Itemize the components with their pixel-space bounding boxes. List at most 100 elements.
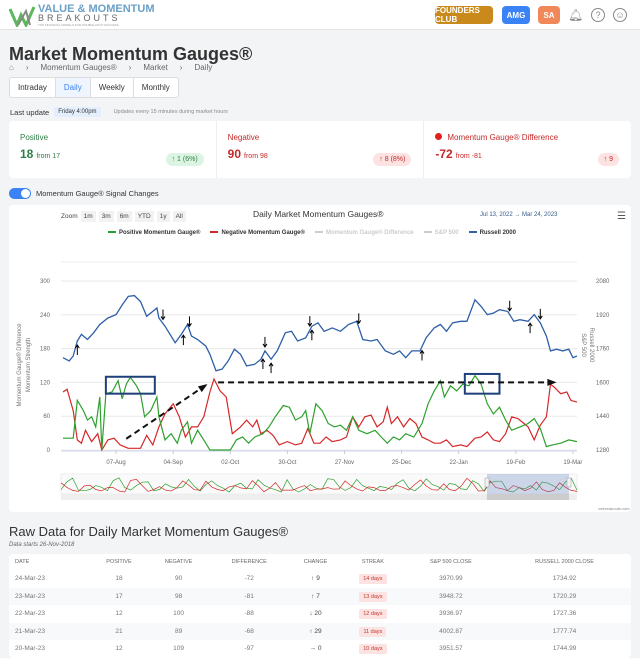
table-cell: -97: [210, 640, 289, 658]
y-tick-right: 2080: [596, 279, 610, 285]
table-cell: 1777.74: [498, 623, 631, 641]
y-tick-left: 0: [47, 448, 51, 454]
table-row: 23-Mar-23 17 98 -81 ↑ 7 13 days3948.72 1720.29: [9, 588, 631, 606]
y-tick-left: 120: [40, 380, 51, 386]
signal-up-arrow-icon: [420, 351, 424, 361]
y-tick-left: 240: [40, 313, 51, 319]
table-cell: 3948.72: [404, 588, 498, 606]
cell-value: 23-Mar-23: [15, 593, 45, 600]
table-cell: 21-Mar-23: [9, 623, 90, 641]
table-cell: 100: [148, 605, 210, 623]
cell-value: -68: [245, 628, 254, 635]
table-cell: 3951.57: [404, 640, 498, 658]
cell-value: 90: [175, 575, 182, 582]
table-row: 22-Mar-2312100-88↓ 2012 days3936.971727.…: [9, 605, 631, 623]
x-tick-label: 22-Jan: [450, 460, 468, 466]
x-tick-label: 19-Feb: [506, 460, 526, 466]
cell-value: 18: [115, 575, 122, 582]
column-header[interactable]: S&P 500 CLOSE: [404, 554, 498, 570]
x-tick-label: 19-Mar: [563, 460, 582, 466]
chart-credit: vmbreakouts.com: [598, 506, 630, 511]
table-cell: 4002.87: [404, 623, 498, 641]
navigator-handle-right[interactable]: [567, 478, 571, 487]
cell-value: -81: [245, 593, 254, 600]
table-cell: -81: [210, 588, 289, 606]
y-axis-label-left: Momentum Gauge® Difference: [16, 323, 23, 407]
arrowhead-icon: [198, 384, 208, 392]
cell-value: 98: [175, 593, 182, 600]
table-cell: 12 days: [342, 605, 404, 623]
table-cell: 23-Mar-23: [9, 588, 90, 606]
signal-down-arrow-icon: [263, 337, 267, 347]
table-cell: 3936.97: [404, 605, 498, 623]
table-row: 20-Mar-2312109-97→ 010 days3951.571744.9…: [9, 640, 631, 658]
table-cell: → 0: [289, 640, 342, 658]
table-cell: 13 days: [342, 588, 404, 606]
signal-up-arrow-icon: [269, 363, 273, 373]
cell-value: 100: [173, 610, 184, 617]
table-header: DATEPOSITIVENEGATIVEDIFFERENCECHANGESTRE…: [9, 554, 631, 570]
y-tick-right: 1440: [596, 414, 610, 420]
navigator-selection: [487, 474, 569, 494]
y-tick-left: 180: [40, 347, 51, 353]
cell-value: ↑ 7: [311, 593, 320, 600]
cell-value: 1777.74: [553, 628, 577, 635]
cell-value: 1727.36: [553, 610, 577, 617]
column-header[interactable]: STREAK: [342, 554, 404, 570]
table-cell: ↑ 9: [289, 570, 342, 588]
y-tick-right: 1760: [596, 347, 610, 353]
table-subtitle: Data starts 26-Nov-2018: [9, 542, 74, 548]
table-cell: 14 days: [342, 570, 404, 588]
table-cell: 11 days: [342, 623, 404, 641]
cell-value: 22-Mar-23: [15, 610, 45, 617]
momentum-chart: 012806014401201600180176024019203002080M…: [0, 0, 640, 647]
russell-2000-line: [63, 296, 577, 371]
column-header[interactable]: DIFFERENCE: [210, 554, 289, 570]
table-title: Raw Data for Daily Market Momentum Gauge…: [9, 524, 288, 539]
signal-up-arrow-icon: [181, 335, 185, 345]
cell-value: 1720.29: [553, 593, 577, 600]
cell-value: 3936.97: [439, 610, 463, 617]
y-tick-right: 1920: [596, 313, 610, 319]
table-row: 24-Mar-23 18 90 -72 ↑ 9 14 days 3970.99 1734.92: [9, 570, 631, 588]
cell-value: 24-Mar-23: [15, 575, 45, 582]
table-cell: 10 days: [342, 640, 404, 658]
column-header[interactable]: NEGATIVE: [148, 554, 210, 570]
table-cell: -68: [210, 623, 289, 641]
signal-up-arrow-icon: [310, 330, 314, 340]
cell-value: 21: [115, 628, 122, 635]
cell-value: 4002.87: [439, 628, 463, 635]
cell-value: 21-Mar-23: [15, 628, 45, 635]
cell-value: 1734.92: [553, 575, 577, 582]
streak-badge: 14 days: [359, 574, 386, 584]
cell-value: 109: [173, 645, 184, 652]
x-tick-label: 30-Oct: [278, 460, 296, 466]
y-axis-label-right: S&P 500: [580, 333, 586, 357]
table-cell: 1734.92: [498, 570, 631, 588]
cell-value: -72: [245, 575, 254, 582]
column-header[interactable]: CHANGE: [289, 554, 342, 570]
table-cell: 89: [148, 623, 210, 641]
x-tick-label: 27-Nov: [335, 460, 354, 466]
y-axis-label-right2: Russell 2000: [588, 328, 594, 363]
cell-value: 12: [115, 645, 122, 652]
cell-value: -88: [245, 610, 254, 617]
table-cell: -88: [210, 605, 289, 623]
signal-down-arrow-icon: [538, 309, 542, 319]
column-header[interactable]: RUSSELL 2000 CLOSE: [498, 554, 631, 570]
cell-value: ↓ 20: [309, 610, 321, 617]
table-cell: 12: [90, 640, 147, 658]
navigator-handle-left[interactable]: [485, 478, 489, 487]
x-tick-label: 04-Sep: [163, 460, 183, 466]
column-header[interactable]: DATE: [9, 554, 90, 570]
x-tick-label: 07-Aug: [106, 460, 125, 466]
table-cell: 17: [90, 588, 147, 606]
table-cell: 3970.99: [404, 570, 498, 588]
cell-value: ↑ 9: [311, 575, 320, 582]
signal-down-arrow-icon: [187, 316, 191, 326]
table-cell: 109: [148, 640, 210, 658]
cell-value: 3970.99: [439, 575, 463, 582]
column-header[interactable]: POSITIVE: [90, 554, 147, 570]
y-tick-right: 1600: [596, 380, 610, 386]
navigator-scroll-thumb[interactable]: [487, 494, 569, 500]
